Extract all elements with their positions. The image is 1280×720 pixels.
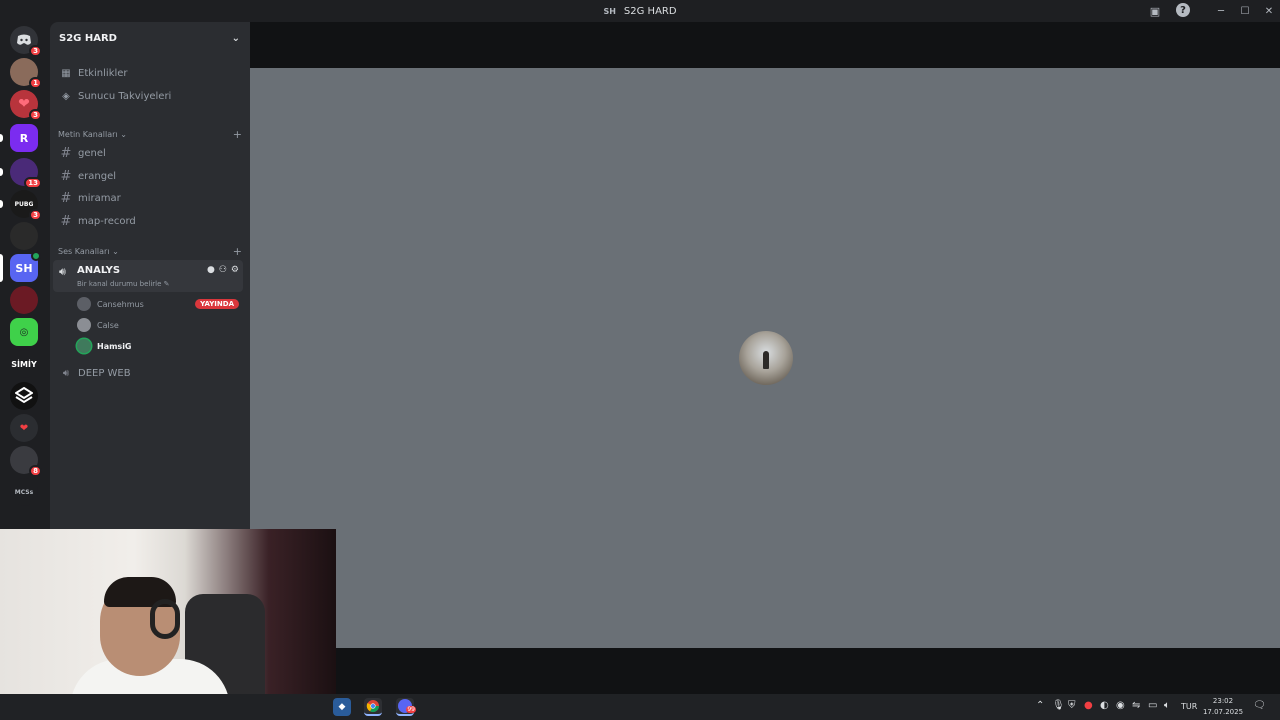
text-channels-category[interactable]: Metin Kanalları ⌄ + (58, 127, 242, 141)
chevron-down-icon: ⌄ (231, 32, 240, 44)
boost-icon: ◈ (62, 90, 70, 102)
server-icon[interactable]: ❤ (10, 414, 38, 442)
channel-miramar[interactable]: # miramar (58, 188, 242, 208)
user-avatar[interactable] (739, 331, 793, 385)
server-icon[interactable]: SİMİY (10, 350, 38, 378)
add-channel-icon[interactable]: + (233, 128, 242, 141)
voice-channels-category[interactable]: Ses Kanalları ⌄ + (58, 244, 242, 258)
server-boosts-link[interactable]: ◈ Sunucu Takviyeleri (58, 86, 242, 106)
webcam-overlay (0, 529, 336, 720)
server-name: S2G HARD (59, 32, 117, 44)
window-title: S2G HARD (623, 5, 677, 17)
maximize-button[interactable]: ☐ (1237, 3, 1253, 19)
server-rail: 3 1 ❤ 3 R 13 PUBG 3 SH ◎ SİMİY ❤ 8 MCSs (0, 22, 50, 530)
discord-taskbar-icon[interactable]: 99 (396, 698, 416, 716)
app-icon[interactable]: ◆ (333, 698, 351, 716)
server-icon[interactable] (10, 286, 38, 314)
unread-badge: 1 (29, 77, 42, 89)
server-icon[interactable]: PUBG 3 (10, 190, 42, 221)
avatar (77, 318, 91, 332)
discord-window: SH S2G HARD ▣ ? ─ ☐ ✕ 3 1 ❤ 3 R 13 PUBG (0, 0, 1280, 720)
server-icon[interactable] (10, 222, 38, 250)
voice-member[interactable]: Calse (77, 316, 239, 334)
window-title-group: SH S2G HARD (603, 6, 676, 17)
voice-connected-icon (31, 251, 41, 261)
server-icon[interactable]: ❤ 3 (10, 90, 42, 121)
network-icon[interactable]: ⇋ (1132, 700, 1140, 711)
unread-badge: 3 (29, 209, 42, 221)
voice-member[interactable]: Cansehmus YAYINDA (77, 295, 239, 313)
hash-icon: # (60, 213, 72, 229)
hash-icon: # (60, 145, 72, 161)
calendar-icon: ▦ (61, 67, 71, 79)
channel-map-record[interactable]: # map-record (58, 211, 242, 231)
taskbar-clock[interactable]: 23:02 17.07.2025 (1198, 696, 1248, 718)
stage-top-bar (250, 22, 1280, 68)
server-icon-active[interactable]: SH (10, 251, 41, 282)
channel-status[interactable]: Bir kanal durumu belirle ✎ (77, 280, 170, 288)
server-icon[interactable]: 13 (10, 158, 42, 189)
unread-indicator (0, 134, 3, 142)
chat-icon[interactable]: ● (207, 265, 215, 275)
selected-indicator (0, 254, 3, 282)
speaker-icon: 🔊︎ (59, 265, 66, 278)
server-icon[interactable]: 1 (10, 58, 42, 89)
discord-home-icon[interactable]: 3 (10, 26, 42, 57)
os-taskbar: ◆ 99 ⌃ 🎙︎ ⛨ ● ◐ ◉ ⇋ ▭ 🔈︎ TUR 23:02 17.07… (0, 694, 1280, 720)
server-icon[interactable]: R (10, 124, 38, 152)
voice-member[interactable]: HamsiG (77, 337, 239, 355)
voice-channel-deep-web[interactable]: 🔊︎ DEEP WEB (58, 363, 242, 383)
server-icon[interactable] (10, 382, 38, 410)
inbox-icon[interactable]: ▣ (1148, 4, 1162, 18)
chevron-down-icon: ⌄ (112, 246, 119, 256)
title-bar: SH S2G HARD ▣ ? ─ ☐ ✕ (0, 0, 1280, 22)
voice-channel-analys[interactable]: 🔊︎ ANALYS Bir kanal durumu belirle ✎ ● ⚇… (53, 260, 243, 292)
channel-sidebar: S2G HARD ⌄ ▦ Etkinlikler ◈ Sunucu Takviy… (50, 22, 250, 530)
language-indicator[interactable]: TUR (1181, 702, 1197, 711)
hash-icon: # (60, 190, 72, 206)
speaker-icon: 🔊︎ (62, 367, 70, 379)
close-button[interactable]: ✕ (1261, 3, 1277, 19)
gear-icon[interactable]: ⚙ (231, 265, 239, 275)
hash-icon: # (60, 168, 72, 184)
invite-icon[interactable]: ⚇ (219, 265, 227, 275)
steam-icon[interactable]: ◉ (1116, 700, 1125, 711)
heart-icon: ❤ (19, 422, 29, 434)
chevron-up-icon[interactable]: ⌃ (1036, 700, 1044, 711)
unread-badge: 8 (29, 465, 42, 477)
server-icon[interactable]: 8 (10, 446, 42, 477)
server-icon[interactable]: ◎ (10, 318, 38, 346)
unread-indicator (0, 200, 3, 208)
monitor-icon[interactable]: ▭ (1148, 700, 1157, 711)
server-icon[interactable]: MCSs (10, 478, 38, 506)
microphone-icon[interactable]: 🎙︎ (1052, 700, 1065, 711)
stage-controls-bar (250, 648, 1280, 694)
record-icon[interactable]: ● (1084, 700, 1093, 711)
avatar (77, 339, 91, 353)
channel-genel[interactable]: # genel (58, 143, 242, 163)
avatar (77, 297, 91, 311)
events-link[interactable]: ▦ Etkinlikler (58, 63, 242, 83)
shield-icon[interactable]: ⛨ (1068, 700, 1076, 711)
channel-erangel[interactable]: # erangel (58, 166, 242, 186)
minimize-button[interactable]: ─ (1213, 3, 1229, 19)
chevron-down-icon: ⌄ (120, 129, 127, 139)
heart-icon: ❤ (18, 96, 30, 112)
unread-badge: 3 (29, 109, 42, 121)
unread-badge: 13 (24, 177, 42, 189)
help-icon[interactable]: ? (1176, 3, 1190, 17)
server-acronym: SH (603, 6, 616, 16)
notifications-icon[interactable]: 🗨︎ (1253, 700, 1266, 711)
voice-stage (250, 68, 1280, 648)
chrome-icon[interactable] (364, 698, 382, 716)
live-badge[interactable]: YAYINDA (195, 299, 239, 309)
volume-icon[interactable]: 🔈︎ (1164, 700, 1170, 711)
app-tray-icon[interactable]: ◐ (1100, 700, 1109, 711)
add-channel-icon[interactable]: + (233, 245, 242, 258)
server-header[interactable]: S2G HARD ⌄ (50, 22, 250, 54)
unread-badge: 3 (29, 45, 42, 57)
unread-indicator (0, 168, 3, 176)
